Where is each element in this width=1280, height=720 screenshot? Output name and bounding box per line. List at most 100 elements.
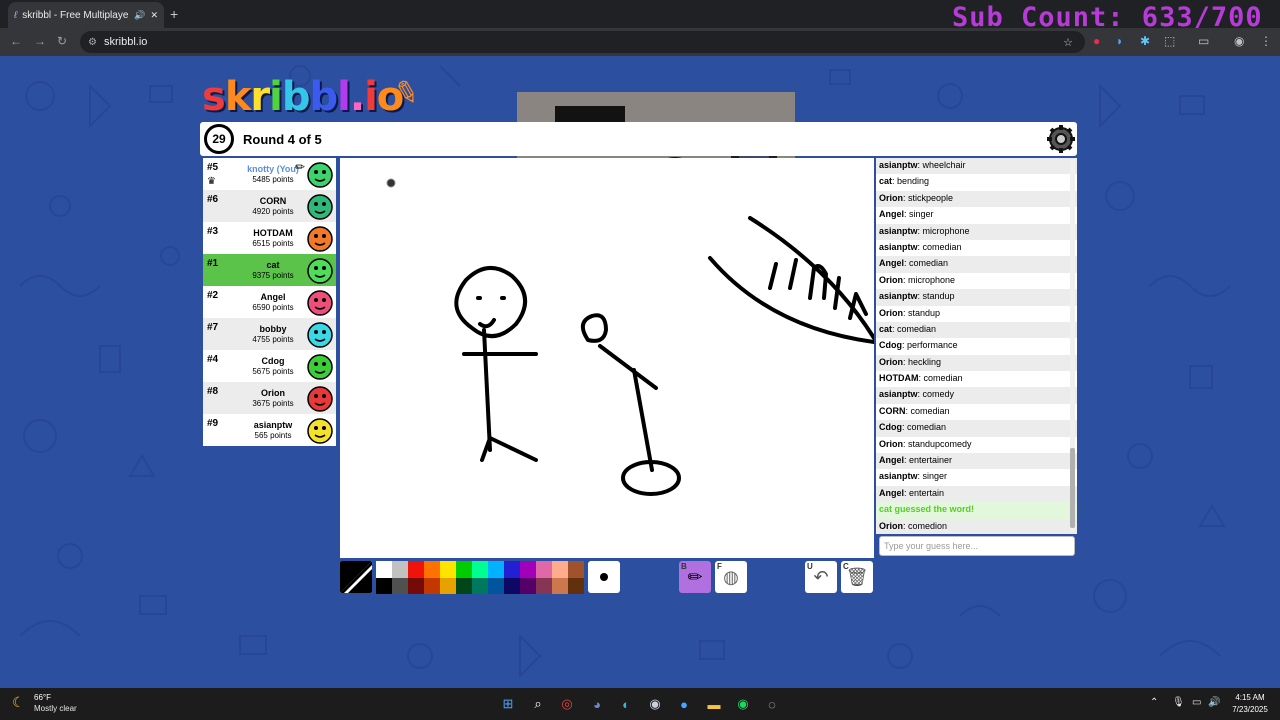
speaker-icon[interactable]: 🔊: [134, 10, 145, 21]
clock-date[interactable]: 7/23/2025: [1224, 705, 1276, 714]
settings-gear-icon[interactable]: [1046, 124, 1076, 154]
chat-author: asianptw: [879, 471, 918, 482]
player-row[interactable]: #9 asianptw 565 points: [203, 414, 336, 446]
clear-button[interactable]: C 🗑: [841, 561, 873, 593]
color-swatch[interactable]: [440, 561, 456, 578]
obs-icon[interactable]: ◌: [762, 694, 782, 714]
player-row[interactable]: #8 Orion 3675 points: [203, 382, 336, 414]
chat-message: cat: comedian: [876, 321, 1077, 339]
menu-dots-icon[interactable]: ⋮: [1260, 34, 1272, 48]
reload-icon[interactable]: ↻: [57, 34, 67, 48]
microphone-icon[interactable]: 🎙: [1172, 697, 1185, 708]
forward-icon[interactable]: →: [34, 34, 46, 48]
color-swatch[interactable]: [536, 561, 552, 578]
weather-icon[interactable]: ☾: [12, 694, 25, 711]
chat-message: CORN: comedian: [876, 404, 1077, 420]
chat-message: cat: bending: [876, 174, 1077, 190]
color-swatch[interactable]: [376, 561, 392, 578]
color-swatch[interactable]: [472, 561, 488, 578]
color-swatch[interactable]: [520, 561, 536, 578]
start-menu-icon[interactable]: ⊞: [498, 694, 518, 714]
discord-icon[interactable]: ◕: [587, 694, 607, 714]
extension-audio-icon[interactable]: ◗: [1116, 34, 1123, 48]
app-icon[interactable]: ●: [674, 694, 694, 714]
color-swatch[interactable]: [472, 577, 488, 594]
chrome-icon[interactable]: ◎: [557, 694, 577, 714]
weather-desc[interactable]: Mostly clear: [34, 704, 77, 713]
color-swatch[interactable]: [504, 561, 520, 578]
color-swatch[interactable]: [488, 561, 504, 578]
chat-message: Orion: heckling: [876, 354, 1077, 372]
player-row[interactable]: #2 Angel 6590 points: [203, 286, 336, 318]
tray-overflow-icon[interactable]: ⌃: [1150, 697, 1158, 708]
url-input[interactable]: ⚙ skribbl.io ☆: [80, 31, 1085, 53]
chat-message: HOTDAM: comedian: [876, 371, 1077, 387]
color-swatch[interactable]: [392, 577, 408, 594]
volume-icon[interactable]: 🔊: [1208, 697, 1220, 708]
profile-avatar-icon[interactable]: ◉: [1234, 34, 1244, 48]
color-swatch[interactable]: [520, 577, 536, 594]
chat-panel: asianptw: wheelchair cat: bending Orion: s…: [876, 158, 1077, 534]
extension-translate-icon[interactable]: ✱: [1140, 34, 1150, 48]
extensions-puzzle-icon[interactable]: ⬚: [1164, 34, 1175, 48]
color-swatch[interactable]: [456, 561, 472, 578]
back-icon[interactable]: ←: [10, 34, 22, 48]
player-points: 3675 points: [252, 399, 294, 408]
chat-text: entertainer: [909, 455, 953, 466]
chat-text: microphone: [908, 274, 956, 285]
color-swatch[interactable]: [568, 561, 584, 578]
bookmark-star-icon[interactable]: ☆: [1063, 36, 1073, 49]
network-icon[interactable]: ▭: [1192, 697, 1201, 708]
chat-author: Cdog: [879, 422, 902, 433]
skribbl-logo: skribbl.io: [202, 74, 404, 120]
chat-author: asianptw: [879, 160, 918, 170]
player-row[interactable]: #5 knotty (You) 5485 points ♛ ✏: [203, 158, 336, 190]
undo-button[interactable]: U ↶: [805, 561, 837, 593]
color-swatch[interactable]: [440, 577, 456, 594]
close-tab-icon[interactable]: ✕: [150, 10, 158, 21]
player-row[interactable]: #6 CORN 4920 points: [203, 190, 336, 222]
search-icon[interactable]: ⌕: [528, 694, 548, 714]
color-swatch[interactable]: [408, 577, 424, 594]
fill-tool-button[interactable]: F ◍: [715, 561, 747, 593]
color-swatch[interactable]: [568, 577, 584, 594]
player-row[interactable]: #7 bobby 4755 points: [203, 318, 336, 350]
color-swatch[interactable]: [552, 561, 568, 578]
guess-input[interactable]: [879, 536, 1075, 556]
browser-tab[interactable]: ℓ skribbl - Free Multiplayer D 🔊 ✕: [8, 2, 164, 28]
weather-temp[interactable]: 66°F: [34, 693, 51, 702]
spotify-icon[interactable]: ◉: [733, 694, 753, 714]
color-swatch[interactable]: [536, 577, 552, 594]
edge-icon[interactable]: ◐: [616, 694, 636, 714]
color-swatch[interactable]: [504, 577, 520, 594]
clock-time[interactable]: 4:15 AM: [1224, 693, 1276, 702]
site-info-icon[interactable]: ⚙: [88, 37, 97, 48]
player-row[interactable]: #1 cat 9375 points: [203, 254, 336, 286]
current-color-preview[interactable]: [340, 561, 372, 593]
chat-text: microphone: [922, 225, 970, 236]
color-swatch[interactable]: [376, 577, 392, 594]
chat-message: Cdog: comedian: [876, 420, 1077, 437]
color-swatch[interactable]: [456, 577, 472, 594]
file-explorer-icon[interactable]: ▬: [704, 694, 724, 714]
brush-tool-button[interactable]: B ✏: [679, 561, 711, 593]
drawing-canvas[interactable]: [340, 158, 874, 558]
color-swatch[interactable]: [552, 577, 568, 594]
color-swatch[interactable]: [424, 561, 440, 578]
url-text: skribbl.io: [104, 36, 148, 48]
extension-record-icon[interactable]: ●: [1093, 34, 1100, 48]
color-swatch[interactable]: [408, 561, 424, 578]
new-tab-button[interactable]: +: [170, 6, 178, 22]
player-row[interactable]: #3 HOTDAM 6515 points: [203, 222, 336, 254]
player-points: 6590 points: [252, 303, 294, 312]
color-swatch[interactable]: [488, 577, 504, 594]
brush-size-button[interactable]: [588, 561, 620, 593]
player-row[interactable]: #4 Cdog 5675 points: [203, 350, 336, 382]
player-points: 565 points: [254, 431, 292, 440]
steam-icon[interactable]: ◉: [645, 694, 665, 714]
chat-scrollbar-thumb[interactable]: [1070, 448, 1075, 528]
color-swatch[interactable]: [424, 577, 440, 594]
color-swatch[interactable]: [392, 561, 408, 578]
sidebar-icon[interactable]: ▭: [1198, 34, 1209, 48]
player-points: 5675 points: [252, 367, 294, 376]
